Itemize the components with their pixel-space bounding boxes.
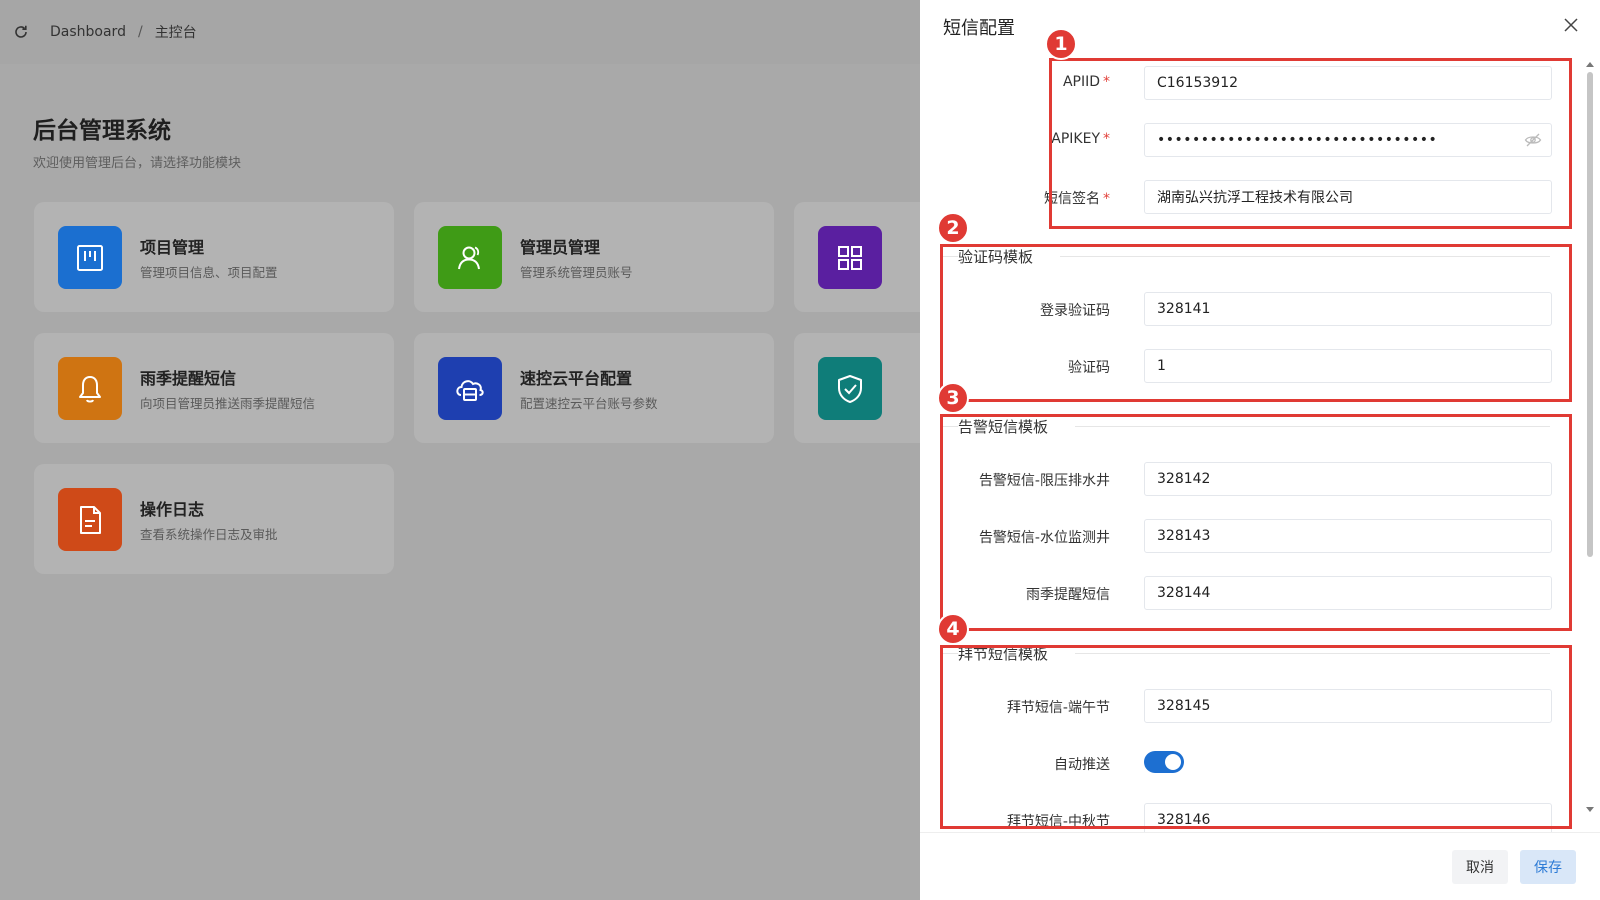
- footer-divider: [920, 832, 1600, 833]
- annotation-badge-3: 3: [937, 382, 969, 414]
- scroll-down-arrow-icon[interactable]: [1586, 807, 1594, 812]
- shield-check-icon: [818, 357, 882, 420]
- card-desc: 管理系统管理员账号: [520, 265, 633, 280]
- kanban-icon: [58, 226, 122, 289]
- bell-icon: [58, 357, 122, 420]
- card-desc: 查看系统操作日志及审批: [140, 527, 278, 542]
- card-title: 雨季提醒短信: [140, 369, 237, 388]
- breadcrumb-dashboard[interactable]: Dashboard: [50, 24, 126, 40]
- card-admin-management[interactable]: 管理员管理 管理系统管理员账号: [414, 202, 774, 312]
- user-icon: [438, 226, 502, 289]
- grid-icon: [818, 226, 882, 289]
- card-title: 项目管理: [140, 238, 205, 257]
- card-rain-reminder[interactable]: 雨季提醒短信 向项目管理员推送雨季提醒短信: [34, 333, 394, 443]
- annotation-box-3: [940, 414, 1572, 631]
- annotation-box-1: [1049, 58, 1572, 229]
- refresh-icon[interactable]: [12, 23, 30, 41]
- annotation-box-2: [940, 244, 1572, 402]
- annotation-badge-4: 4: [937, 613, 969, 645]
- annotation-badge-1: 1: [1045, 28, 1077, 60]
- drawer-scrollbar[interactable]: [1586, 62, 1594, 812]
- cloud-server-icon: [438, 357, 502, 420]
- annotation-box-4: [940, 645, 1572, 829]
- scroll-up-arrow-icon[interactable]: [1586, 62, 1594, 67]
- card-title: 操作日志: [140, 500, 205, 519]
- card-operation-log[interactable]: 操作日志 查看系统操作日志及审批: [34, 464, 394, 574]
- cancel-button[interactable]: 取消: [1452, 850, 1508, 884]
- page-subtitle: 欢迎使用管理后台，请选择功能模块: [33, 156, 242, 171]
- card-desc: 向项目管理员推送雨季提醒短信: [140, 396, 316, 411]
- card-cloud-config[interactable]: 速控云平台配置 配置速控云平台账号参数: [414, 333, 774, 443]
- save-button[interactable]: 保存: [1520, 850, 1576, 884]
- card-project-management[interactable]: 项目管理 管理项目信息、项目配置: [34, 202, 394, 312]
- card-title: 管理员管理: [520, 238, 601, 257]
- drawer-title: 短信配置: [943, 18, 1015, 39]
- breadcrumb-separator: /: [137, 24, 143, 40]
- scroll-thumb[interactable]: [1587, 72, 1593, 557]
- card-desc: 配置速控云平台账号参数: [520, 396, 658, 411]
- card-title: 速控云平台配置: [520, 369, 633, 388]
- document-icon: [58, 488, 122, 551]
- close-icon[interactable]: [1561, 15, 1581, 35]
- card-desc: 管理项目信息、项目配置: [140, 265, 278, 280]
- page-title: 后台管理系统: [33, 118, 171, 144]
- breadcrumb-console: 主控台: [154, 25, 197, 41]
- annotation-badge-2: 2: [937, 212, 969, 244]
